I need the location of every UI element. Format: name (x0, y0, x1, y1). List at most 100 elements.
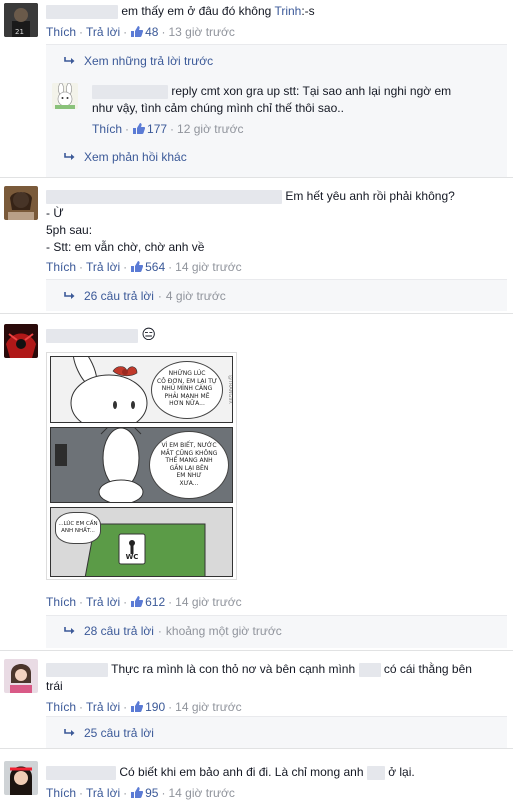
comic-image[interactable]: NHỮNG LÚC CÔ ĐƠN, EM LẠI TỰ NHỦ MÌNH CÀN… (46, 352, 237, 580)
reply-button[interactable]: Trả lời (86, 700, 120, 714)
author-name[interactable] (46, 4, 118, 19)
wc-sign-label: WC (125, 553, 139, 561)
avatar[interactable] (4, 659, 38, 693)
avatar[interactable] (4, 186, 38, 220)
like-button[interactable]: Thích (46, 260, 76, 274)
comment-3: 😑 NHỮNG LÚC CÔ ĐƠN, EM LẠI TỰ NHỦ MÌNH C… (0, 314, 513, 650)
view-replies-link[interactable]: 26 câu trả lời · 4 giờ trước (64, 288, 226, 304)
timestamp[interactable]: 14 giờ trước (175, 260, 241, 274)
like-button[interactable]: Thích (46, 700, 76, 714)
timestamp[interactable]: 14 giờ trước (168, 786, 234, 800)
comment-body-line1a: Có biết khi em bảo anh đi đi. Là chỉ mon… (119, 765, 364, 779)
like-count[interactable]: 95 (130, 786, 158, 800)
comic-panel-3: WC ...LÚC EM CẦN ANH NHẤT... (50, 507, 233, 577)
comment-actions: Thích · Trả lời · 612 · 14 giờ trước (46, 594, 507, 610)
like-button[interactable]: Thích (46, 595, 76, 609)
separator: · (168, 595, 173, 609)
separator: · (123, 700, 128, 714)
reply-button[interactable]: Trả lời (86, 25, 120, 39)
comment-body-line1b: ở lại. (388, 765, 415, 779)
tagged-user-hidden[interactable] (358, 662, 381, 677)
separator: · (125, 122, 130, 136)
reply-arrow-icon (64, 292, 75, 299)
comment-actions: Thích · Trả lời · 190 · 14 giờ trước (46, 699, 507, 715)
like-count[interactable]: 190 (130, 700, 165, 714)
reply-text: reply cmt xon gra up stt: Tại sao anh lạ… (92, 83, 503, 117)
reply-button[interactable]: Trả lời (86, 595, 120, 609)
author-name[interactable] (46, 765, 116, 780)
comment-body-line1: Em hết yêu anh rồi phải không? (285, 189, 455, 203)
comment-suffix: :-s (301, 4, 315, 18)
separator: · (79, 786, 84, 800)
separator: · (157, 289, 162, 303)
avatar-image (4, 324, 38, 358)
timestamp[interactable]: 12 giờ trước (177, 122, 243, 136)
author-name[interactable] (46, 189, 282, 204)
comment-body-line1b: có cái thằng bên (383, 662, 472, 676)
separator: · (123, 260, 128, 274)
reply-arrow-icon (64, 57, 75, 64)
view-previous-replies[interactable]: Xem những trả lời trước (64, 53, 213, 69)
rabbit-avatar-image (52, 83, 78, 109)
speech-bubble-3: ...LÚC EM CẦN ANH NHẤT... (55, 512, 101, 544)
author-name[interactable] (46, 328, 138, 343)
speech-bubble-1: NHỮNG LÚC CÔ ĐƠN, EM LẠI TỰ NHỦ MÌNH CÀN… (151, 361, 223, 419)
separator: · (157, 624, 162, 638)
separator: · (79, 25, 84, 39)
reply-actions: Thích · 177 · 12 giờ trước (92, 121, 503, 137)
separator: · (123, 25, 128, 39)
separator: · (79, 700, 84, 714)
avatar[interactable] (4, 761, 38, 795)
tagged-user-hidden[interactable] (366, 765, 385, 780)
comment-text: em thấy em ở đâu đó không Trinh:-s (46, 3, 507, 20)
comment-text: 😑 (46, 326, 507, 344)
avatar[interactable]: 21 (4, 3, 38, 37)
author-name[interactable] (46, 662, 108, 677)
comment-2: Em hết yêu anh rồi phải không? - Ừ 5ph s… (0, 178, 513, 313)
avatar-image (4, 186, 38, 220)
comment-text: Có biết khi em bảo anh đi đi. Là chỉ mon… (46, 764, 507, 781)
separator: · (168, 700, 173, 714)
separator: · (79, 260, 84, 274)
timestamp[interactable]: 13 giờ trước (168, 25, 234, 39)
timestamp[interactable]: 14 giờ trước (175, 700, 241, 714)
like-count[interactable]: 612 (130, 595, 165, 609)
reply-arrow-icon (64, 729, 75, 736)
like-button[interactable]: Thích (46, 786, 76, 800)
comment-body-line3: 5ph sau: (46, 223, 93, 237)
tagged-user[interactable]: Trinh (274, 4, 301, 18)
comment-body-line2: trái (46, 679, 63, 693)
thumbs-up-icon (131, 261, 144, 272)
view-replies-link[interactable]: 28 câu trả lời · khoảng một giờ trước (64, 623, 282, 639)
timestamp[interactable]: 14 giờ trước (175, 595, 241, 609)
watermark: @TRANG9X (227, 375, 233, 404)
comment-body-line4: - Stt: em vẫn chờ, chờ anh về (46, 240, 205, 254)
like-count[interactable]: 564 (130, 260, 165, 274)
replies-time: 4 giờ trước (165, 289, 226, 303)
thumbs-up-icon (131, 596, 144, 607)
comment-body-line1: Thực ra mình là con thỏ nơ và bên cạnh m… (111, 662, 356, 676)
avatar-image: 21 (4, 3, 38, 37)
separator: · (168, 260, 173, 274)
replies-time: khoảng một giờ trước (165, 624, 282, 638)
reply-avatar[interactable] (52, 83, 78, 109)
replies-block: 28 câu trả lời · khoảng một giờ trước (46, 615, 507, 648)
avatar[interactable] (4, 324, 38, 358)
like-count[interactable]: 48 (130, 25, 158, 39)
replies-block: Xem những trả lời trước reply cmt xon gr… (46, 44, 507, 177)
avatar-image (4, 761, 38, 795)
view-replies-link[interactable]: 25 câu trả lời (64, 725, 154, 741)
view-more-replies[interactable]: Xem phản hồi khác (64, 149, 187, 165)
comment-4: Thực ra mình là con thỏ nơ và bên cạnh m… (0, 651, 513, 748)
like-button[interactable]: Thích (92, 122, 122, 136)
like-count[interactable]: 177 (132, 122, 167, 136)
reply-button[interactable]: Trả lời (86, 786, 120, 800)
reply-button[interactable]: Trả lời (86, 260, 120, 274)
reply-arrow-icon (64, 153, 75, 160)
comic-panel-1: NHỮNG LÚC CÔ ĐƠN, EM LẠI TỰ NHỦ MÌNH CÀN… (50, 356, 233, 423)
thumbs-up-icon (133, 123, 146, 134)
reply-author-name[interactable] (92, 84, 168, 99)
comment-1: 21 em thấy em ở đâu đó không Trinh:-s Th… (0, 0, 513, 177)
like-button[interactable]: Thích (46, 25, 76, 39)
comment-text: Em hết yêu anh rồi phải không? - Ừ 5ph s… (46, 188, 507, 256)
